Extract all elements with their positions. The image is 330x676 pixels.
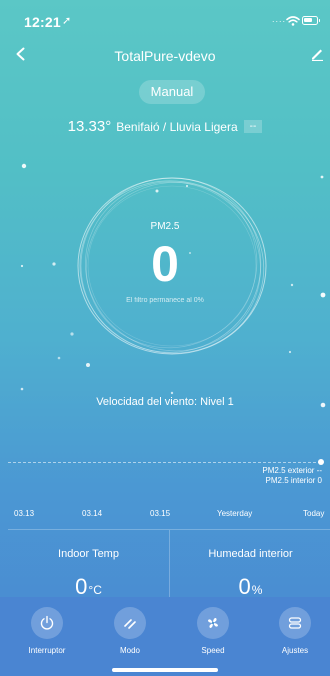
tab-interruptor[interactable]: Interruptor: [14, 607, 80, 655]
status-bar: 12:21 ➚ ....: [0, 0, 330, 44]
settings-icon: [288, 617, 302, 629]
mode-icon: [124, 619, 136, 629]
location-condition: Benifaió / Lluvia Ligera: [116, 119, 238, 134]
pm25-value: 0: [151, 236, 179, 292]
outdoor-temperature: 13.33°: [67, 118, 112, 135]
date-label: 03.15: [150, 509, 171, 518]
filter-status-text: El filtro permanece al 0%: [126, 297, 204, 304]
location-arrow-icon: ➚: [62, 15, 72, 27]
chart-legend: PM2.5 exterior -- PM2.5 interior 0: [262, 466, 322, 486]
humidity-label: Humedad interior: [208, 548, 293, 560]
indoor-stats: Indoor Temp 0°C Humedad interior 0%: [8, 529, 330, 599]
tab-modo[interactable]: Modo: [97, 607, 163, 655]
date-label: 03.14: [82, 509, 103, 518]
battery-icon: [302, 16, 320, 25]
bottom-tab-bar: Interruptor Modo Speed Ajustes: [0, 597, 330, 676]
indoor-temp-value: 0: [75, 574, 88, 599]
tab-ajustes[interactable]: Ajustes: [262, 607, 328, 655]
home-indicator: [112, 668, 218, 672]
humidity-card: Humedad interior 0%: [169, 530, 330, 599]
tab-speed[interactable]: Speed: [180, 607, 246, 655]
page-title: TotalPure-vdevo: [114, 48, 216, 64]
humidity-value: 0: [238, 574, 251, 599]
signal-icon: ....: [272, 14, 287, 24]
date-label: Today: [303, 509, 325, 518]
wifi-icon: [286, 16, 300, 26]
edit-pencil-icon[interactable]: [310, 47, 324, 61]
fan-icon: [208, 618, 218, 628]
tab-label: Modo: [119, 646, 140, 655]
mode-button[interactable]: Manual: [139, 80, 205, 104]
legend-indoor: PM2.5 interior 0: [265, 476, 322, 485]
tab-label: Speed: [201, 646, 225, 655]
indoor-temp-card: Indoor Temp 0°C: [8, 530, 169, 599]
tab-label: Ajustes: [281, 646, 309, 655]
indoor-temp-label: Indoor Temp: [58, 548, 119, 560]
power-icon: [40, 615, 54, 630]
chart-baseline: [8, 462, 321, 463]
aqi-badge: --: [243, 120, 263, 133]
date-label: 03.13: [14, 509, 35, 518]
date-label: Yesterday: [217, 509, 253, 518]
legend-outdoor: PM2.5 exterior --: [262, 466, 322, 475]
weather-info: 13.33° Benifaió / Lluvia Ligera --: [0, 118, 330, 135]
tab-label: Interruptor: [28, 646, 66, 655]
chart-point: [318, 459, 324, 465]
indoor-temp-unit: °C: [88, 583, 102, 597]
wind-speed-text: Velocidad del viento: Nivel 1: [96, 396, 234, 408]
pm25-label: PM2.5: [150, 221, 180, 232]
status-time: 12:21: [24, 14, 61, 30]
chart-date-axis: 03.13 03.14 03.15 Yesterday Today: [14, 509, 327, 521]
humidity-unit: %: [251, 583, 263, 597]
